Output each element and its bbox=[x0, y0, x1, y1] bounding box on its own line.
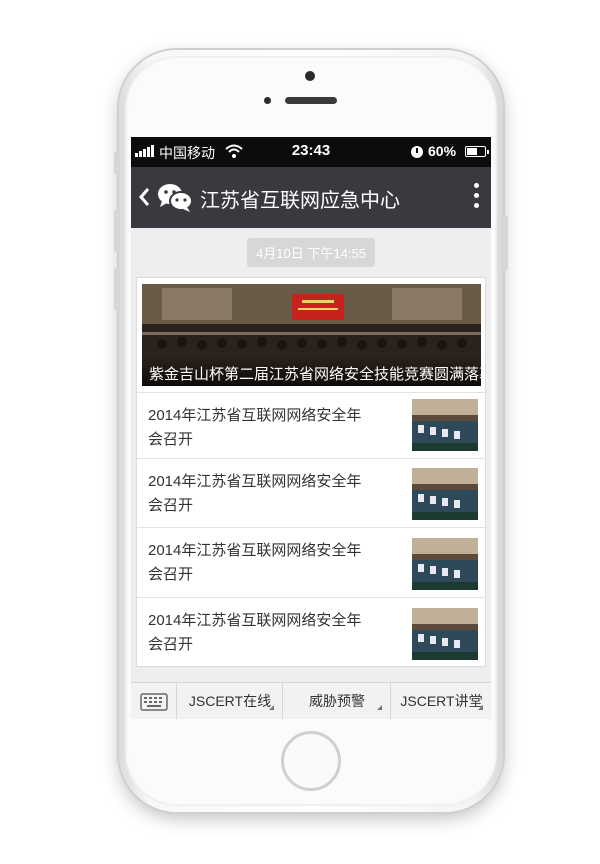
page-title: 江苏省互联网应急中心 bbox=[200, 190, 400, 212]
menu-label: 威胁预警 bbox=[309, 693, 365, 709]
article-thumbnail bbox=[412, 399, 478, 451]
article-thumbnail bbox=[412, 468, 478, 520]
wechat-icon bbox=[157, 183, 193, 218]
proximity-sensor bbox=[264, 97, 271, 104]
article-title: 2014年江苏省互联网网络安全年会召开 bbox=[148, 612, 362, 653]
menu-threat-alert[interactable]: 威胁预警 bbox=[284, 683, 391, 719]
volume-up-button bbox=[114, 210, 120, 252]
menu-label: JSCERT在线 bbox=[188, 693, 272, 709]
phone-screen: 中国移动 23:43 60% 江苏省互联网应急中心 4月10日 下午14:55 … bbox=[131, 137, 491, 719]
status-bar: 中国移动 23:43 60% bbox=[131, 137, 491, 167]
menu-jscert-online[interactable]: JSCERT在线 bbox=[178, 683, 283, 719]
battery-percent: 60% bbox=[428, 143, 457, 159]
cover-title: 紫金吉山杯第二届江苏省网络安全技能竞赛圆满落幕 bbox=[142, 356, 481, 386]
timestamp-row: 4月10日 下午14:55 bbox=[131, 238, 491, 267]
volume-down-button bbox=[114, 268, 120, 310]
article-thumbnail bbox=[412, 608, 478, 660]
menu-jscert-lecture[interactable]: JSCERT讲堂 bbox=[392, 683, 491, 719]
camera-dot bbox=[305, 71, 315, 81]
article-item[interactable]: 2014年江苏省互联网网络安全年会召开 bbox=[137, 458, 485, 527]
submenu-indicator-icon bbox=[269, 705, 274, 710]
clock-icon bbox=[411, 146, 423, 158]
back-icon[interactable] bbox=[138, 187, 150, 212]
cover-article[interactable]: 紫金吉山杯第二届江苏省网络安全技能竞赛圆满落幕 bbox=[142, 284, 481, 386]
keyboard-icon[interactable] bbox=[131, 683, 177, 719]
bottom-menu: JSCERT在线 威胁预警 JSCERT讲堂 bbox=[131, 682, 491, 719]
more-icon[interactable] bbox=[472, 183, 480, 213]
mute-switch bbox=[114, 152, 120, 174]
power-button bbox=[502, 216, 508, 270]
article-item[interactable]: 2014年江苏省互联网网络安全年会召开 bbox=[137, 527, 485, 597]
battery-icon bbox=[465, 146, 489, 157]
article-item[interactable]: 2014年江苏省互联网网络安全年会召开 bbox=[137, 392, 485, 458]
submenu-indicator-icon bbox=[478, 705, 483, 710]
submenu-indicator-icon bbox=[377, 705, 382, 710]
menu-label: JSCERT讲堂 bbox=[400, 693, 483, 709]
article-item[interactable]: 2014年江苏省互联网网络安全年会召开 bbox=[137, 597, 485, 667]
home-button[interactable] bbox=[281, 731, 341, 791]
article-title: 2014年江苏省互联网网络安全年会召开 bbox=[148, 473, 362, 514]
article-title: 2014年江苏省互联网网络安全年会召开 bbox=[148, 542, 362, 583]
article-title: 2014年江苏省互联网网络安全年会召开 bbox=[148, 407, 362, 448]
article-thumbnail bbox=[412, 538, 478, 590]
chat-header: 江苏省互联网应急中心 bbox=[131, 167, 491, 228]
message-timestamp: 4月10日 下午14:55 bbox=[247, 238, 375, 267]
earpiece-speaker bbox=[285, 97, 337, 104]
news-card: 紫金吉山杯第二届江苏省网络安全技能竞赛圆满落幕 2014年江苏省互联网网络安全年… bbox=[136, 277, 486, 667]
